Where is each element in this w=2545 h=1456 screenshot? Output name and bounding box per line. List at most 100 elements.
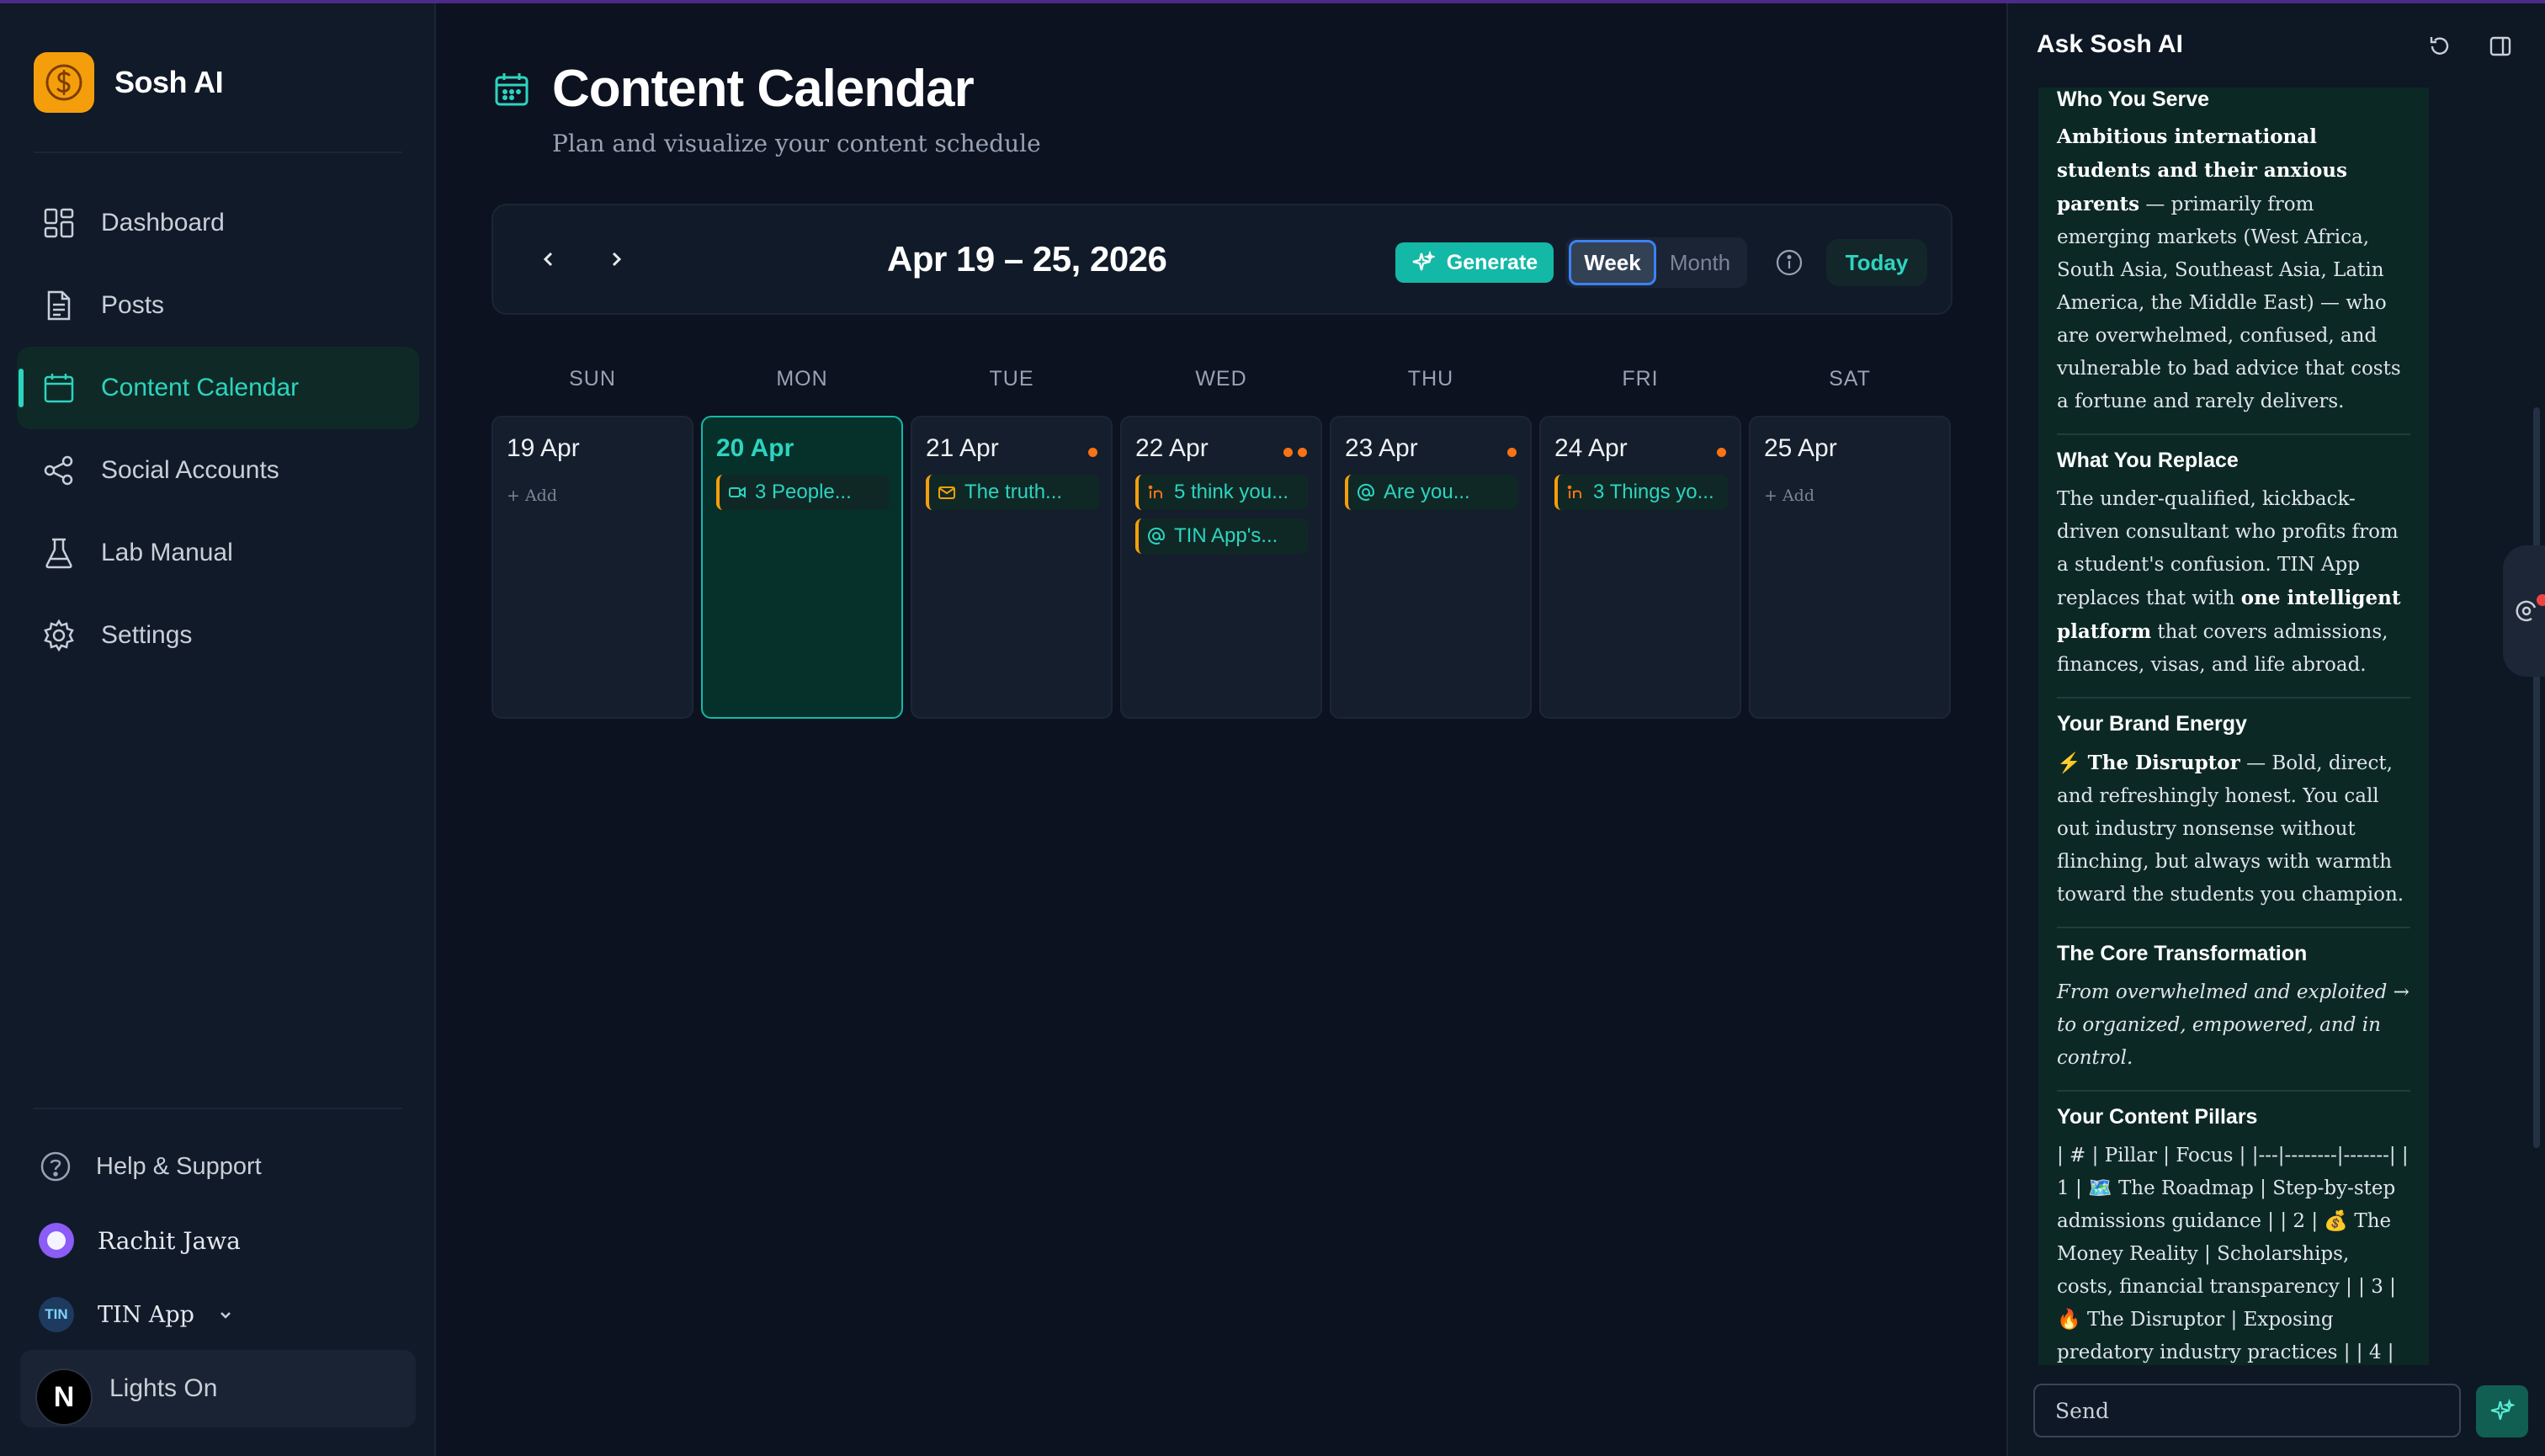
post-indicator: [1088, 448, 1097, 457]
panel-title: Ask Sosh AI: [2037, 30, 2183, 58]
brand[interactable]: Sosh AI: [34, 52, 224, 113]
share-icon: [44, 455, 73, 486]
section-heading: What You Replace: [2057, 449, 2239, 472]
response-section: Who You Serve Ambitious international st…: [2057, 88, 2410, 435]
chevron-right-icon: [612, 252, 622, 267]
panel-toggle-icon: [2489, 36, 2511, 56]
brand-logo-icon: [34, 52, 94, 113]
weekday-label: FRI: [1622, 367, 1659, 391]
event-title: TIN App's...: [1174, 524, 1278, 547]
sidebar-item-label: Social Accounts: [101, 456, 279, 484]
page-header: Content Calendar: [493, 59, 975, 119]
event-title: 3 People...: [755, 481, 852, 503]
floating-assistant-button[interactable]: [2503, 545, 2545, 677]
sidebar-item-content-calendar[interactable]: Content Calendar: [17, 347, 419, 429]
page-subtitle: Plan and visualize your content schedule: [552, 130, 1041, 157]
help-support-link[interactable]: Help & Support: [17, 1129, 419, 1204]
calendar-icon: [495, 72, 529, 105]
user-profile[interactable]: Rachit Jawa: [17, 1204, 419, 1278]
weekday-label: THU: [1407, 367, 1454, 391]
calendar-event[interactable]: 5 think you...: [1135, 475, 1309, 510]
brand-name: Sosh AI: [114, 65, 224, 99]
sidebar-item-dashboard[interactable]: Dashboard: [17, 182, 419, 264]
next-week-button[interactable]: [596, 239, 636, 279]
weekday-label: TUE: [989, 367, 1034, 391]
calendar-event[interactable]: 3 People...: [716, 475, 890, 510]
calendar-event[interactable]: TIN App's...: [1135, 518, 1309, 554]
day-cell-mon[interactable]: 20 Apr 3 People...: [701, 416, 903, 719]
section-body: ⚡ The Disruptor — Bold, direct, and refr…: [2057, 752, 2404, 906]
sidebar-bottom: Help & Support Rachit Jawa TIN TIN App: [17, 1129, 419, 1352]
assistant-icon: [2516, 600, 2537, 622]
send-button[interactable]: [2476, 1385, 2528, 1437]
add-post-button[interactable]: + Add: [507, 486, 557, 505]
day-cell-thu[interactable]: 23 Apr Are you...: [1330, 416, 1532, 719]
dashboard-icon: [44, 208, 74, 238]
sparkle-icon: [1412, 251, 1435, 271]
day-cell-wed[interactable]: 22 Apr 5 think you... TIN App's...: [1120, 416, 1322, 719]
info-button[interactable]: [1772, 246, 1806, 279]
video-icon: [729, 486, 746, 498]
day-cell-sun[interactable]: 19 Apr + Add: [491, 416, 693, 719]
calendar-event[interactable]: The truth...: [926, 475, 1099, 510]
day-date: 25 Apr: [1764, 434, 1837, 462]
notification-dot: [2537, 594, 2545, 606]
chat-input[interactable]: Send: [2033, 1384, 2461, 1437]
today-button[interactable]: Today: [1826, 239, 1927, 286]
avatar: [39, 1223, 74, 1258]
workspace-name: TIN App: [98, 1301, 194, 1328]
sidebar-item-label: Dashboard: [101, 209, 225, 236]
refresh-icon: [2430, 37, 2449, 55]
sparkle-icon: [2490, 1399, 2515, 1420]
section-heading: The Core Transformation: [2057, 942, 2308, 965]
event-title: 5 think you...: [1174, 481, 1289, 503]
sidebar-divider: [34, 1108, 402, 1109]
section-body: The under-qualified, kickback-driven con…: [2057, 488, 2401, 676]
section-body: Ambitious international students and the…: [2057, 125, 2401, 412]
theme-toggle[interactable]: N Lights On: [20, 1350, 416, 1427]
add-post-button[interactable]: + Add: [1764, 486, 1814, 505]
event-title: Are you...: [1384, 481, 1470, 503]
section-body: From overwhelmed and exploited → to orga…: [2057, 981, 2410, 1069]
calendar-event[interactable]: 3 Things yo...: [1554, 475, 1728, 510]
generate-label: Generate: [1446, 250, 1538, 274]
sidebar-item-label: Content Calendar: [101, 374, 300, 401]
section-heading: Who You Serve: [2057, 88, 2210, 111]
sidebar: Sosh AI Dashboard Posts Content Calendar: [0, 3, 436, 1456]
view-toggle: Week Month: [1565, 237, 1747, 288]
sidebar-item-posts[interactable]: Posts: [17, 264, 419, 347]
month-view-button[interactable]: Month: [1656, 250, 1744, 276]
day-cell-sat[interactable]: 25 Apr + Add: [1749, 416, 1951, 719]
sidebar-item-settings[interactable]: Settings: [17, 594, 419, 677]
day-cell-fri[interactable]: 24 Apr 3 Things yo...: [1539, 416, 1741, 719]
help-icon: [40, 1151, 71, 1182]
sidebar-item-social-accounts[interactable]: Social Accounts: [17, 429, 419, 512]
linkedin-icon: [1567, 485, 1581, 498]
flask-icon: [45, 538, 72, 569]
day-cell-tue[interactable]: 21 Apr The truth...: [911, 416, 1113, 719]
sidebar-item-label: Lab Manual: [101, 539, 233, 566]
prev-week-button[interactable]: [529, 239, 569, 279]
date-range: Apr 19 – 25, 2026: [887, 239, 1167, 279]
refresh-button[interactable]: [2425, 32, 2454, 61]
day-date: 23 Apr: [1345, 434, 1418, 462]
generate-button[interactable]: Generate: [1395, 242, 1554, 283]
workspace-switcher[interactable]: TIN TIN App: [17, 1278, 419, 1352]
calendar-event[interactable]: Are you...: [1345, 475, 1518, 510]
response-section: Your Content Pillars | # | Pillar | Focu…: [2057, 1092, 2410, 1365]
ai-response: Who You Serve Ambitious international st…: [2038, 88, 2429, 1365]
collapse-panel-button[interactable]: [2486, 32, 2515, 61]
day-date: 21 Apr: [926, 434, 999, 462]
day-date: 20 Apr: [716, 434, 794, 462]
calendar-toolbar: Apr 19 – 25, 2026 Generate Week Month To…: [491, 204, 1953, 315]
mail-icon: [938, 486, 955, 499]
scrollbar[interactable]: [2533, 407, 2540, 1148]
response-section: Your Brand Energy ⚡ The Disruptor — Bold…: [2057, 699, 2410, 928]
sidebar-item-lab-manual[interactable]: Lab Manual: [17, 512, 419, 594]
page-title: Content Calendar: [552, 60, 975, 118]
week-view-button[interactable]: Week: [1569, 240, 1656, 285]
sidebar-divider: [34, 151, 402, 153]
help-support-label: Help & Support: [96, 1152, 262, 1180]
info-icon: [1776, 249, 1803, 276]
theme-toggle-label: Lights On: [109, 1374, 218, 1402]
